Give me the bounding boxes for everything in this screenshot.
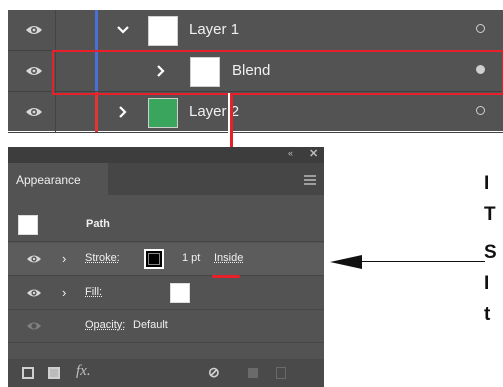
side-text-letter: T — [484, 204, 496, 225]
visibility-eye-icon[interactable] — [26, 253, 42, 265]
chevron-right-icon[interactable]: › — [62, 285, 66, 300]
collapse-icon[interactable]: « — [288, 148, 293, 158]
fill-swatch[interactable] — [170, 283, 190, 303]
target-circle-icon[interactable] — [476, 106, 485, 115]
layer-row-layer2[interactable]: Layer 2 — [8, 92, 503, 133]
target-circle-icon[interactable] — [476, 24, 485, 33]
delete-item-icon — [276, 367, 286, 379]
layer-color-bar — [95, 10, 98, 50]
layer-name[interactable]: Layer 1 — [189, 21, 239, 38]
column-divider — [55, 92, 56, 132]
appearance-panel: « ✕ Appearance Path › Stroke: 1 pt Insid… — [8, 147, 324, 387]
appearance-opacity-row[interactable]: Opacity: Default — [8, 310, 324, 343]
visibility-eye-icon[interactable] — [26, 287, 42, 299]
opacity-label[interactable]: Opacity: — [85, 319, 125, 331]
close-icon[interactable]: ✕ — [309, 147, 318, 160]
chevron-right-icon[interactable] — [116, 105, 130, 119]
chevron-down-icon[interactable] — [116, 23, 130, 37]
layer-color-bar — [95, 92, 98, 132]
layers-panel: Layer 1 Blend Layer 2 — [8, 10, 503, 133]
arrow-shaft — [230, 93, 233, 155]
clear-appearance-icon[interactable]: ⊘ — [208, 364, 220, 381]
tab-appearance[interactable]: Appearance — [8, 163, 108, 197]
duplicate-item-icon — [248, 368, 258, 378]
stroke-label[interactable]: Stroke: — [85, 252, 120, 264]
side-text-letter: I — [484, 273, 490, 294]
object-label: Path — [86, 218, 110, 230]
callout-line — [360, 261, 485, 262]
panel-titlebar: « ✕ — [8, 147, 324, 163]
side-text-letter: I — [484, 173, 490, 194]
visibility-eye-icon — [27, 322, 41, 330]
effects-fx-icon[interactable]: fx. — [76, 363, 91, 380]
chevron-right-icon[interactable]: › — [62, 251, 66, 266]
layer-thumbnail — [148, 98, 178, 128]
panel-menu-icon[interactable] — [304, 175, 316, 185]
add-fill-icon[interactable] — [48, 367, 60, 379]
appearance-toolbar: fx. ⊘ — [8, 359, 324, 387]
column-divider — [55, 10, 56, 50]
appearance-fill-row[interactable]: › Fill: — [8, 277, 324, 310]
stroke-weight[interactable]: 1 pt — [182, 252, 200, 264]
opacity-value[interactable]: Default — [133, 319, 168, 331]
visibility-eye-icon[interactable] — [25, 64, 43, 78]
side-text-letter: S — [484, 242, 497, 263]
layer-row-layer1[interactable]: Layer 1 — [8, 10, 503, 51]
stroke-swatch[interactable] — [144, 249, 164, 269]
fill-label[interactable]: Fill: — [85, 286, 102, 298]
add-stroke-icon[interactable] — [22, 367, 34, 379]
appearance-object-row[interactable]: Path — [8, 209, 324, 242]
layer-thumbnail — [148, 16, 178, 46]
appearance-stroke-row[interactable]: › Stroke: 1 pt Inside — [8, 243, 324, 276]
highlight-frame — [52, 50, 503, 95]
visibility-eye-icon[interactable] — [25, 105, 43, 119]
stroke-alignment[interactable]: Inside — [214, 252, 243, 264]
visibility-eye-icon[interactable] — [25, 23, 43, 37]
callout-arrow-left-icon — [330, 255, 362, 269]
side-text-letter: t — [484, 304, 491, 325]
object-thumbnail — [18, 215, 38, 235]
